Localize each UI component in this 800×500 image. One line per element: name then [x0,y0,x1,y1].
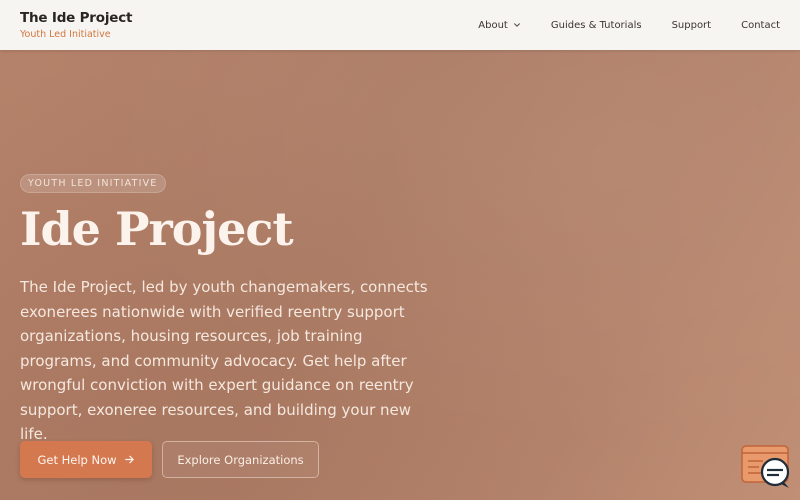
button-label: Explore Organizations [177,452,304,467]
cta-row: Get Help Now Explore Organizations [20,441,319,478]
hero-title: Ide Project [20,202,294,256]
nav-item-label: Guides & Tutorials [550,19,642,31]
brand-tagline: Youth Led Initiative [20,29,111,40]
nav-item-support[interactable]: Support [672,20,712,31]
nav-item-about[interactable]: About [478,20,521,31]
nav-item-label: Support [671,19,712,31]
site-header: The Ide Project Youth Led Initiative Abo… [0,0,800,50]
hero-description: The Ide Project, led by youth changemake… [20,278,428,443]
chevron-down-icon [513,23,520,27]
nav-item-contact[interactable]: Contact [741,20,780,31]
explore-organizations-button[interactable]: Explore Organizations [162,441,319,478]
eyebrow-badge: YOUTH LED INITIATIVE [20,174,166,193]
nav-item-guides-tutorials[interactable]: Guides & Tutorials [551,20,642,31]
nav-item-label: About [478,19,508,31]
button-label: Get Help Now [37,452,117,467]
brand-title: The Ide Project [20,10,133,26]
hero-section: YOUTH LED INITIATIVE Ide Project The Ide… [20,171,440,447]
main-nav: About Guides & Tutorials Support Contact [478,0,780,50]
get-help-now-button[interactable]: Get Help Now [20,441,152,478]
chat-support-icon [741,445,790,488]
arrow-right-icon [124,455,134,464]
brand-logo-link[interactable]: The Ide Project Youth Led Initiative [20,10,132,42]
nav-item-label: Contact [741,19,780,31]
chat-widget[interactable] [741,445,793,490]
